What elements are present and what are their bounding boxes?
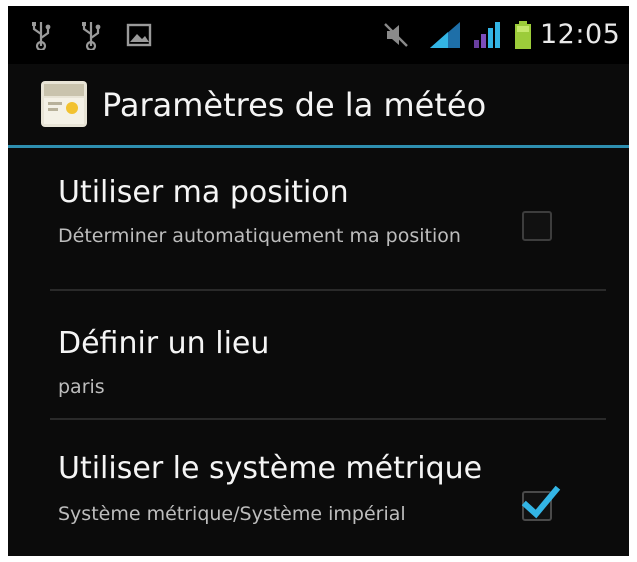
signal-icon (474, 22, 500, 48)
status-time: 12:05 (540, 19, 621, 50)
action-bar: Paramètres de la météo (8, 64, 629, 148)
pref-summary: Déterminer automatiquement ma position (58, 225, 461, 247)
pref-title: Utiliser ma position (58, 175, 349, 210)
pref-title: Définir un lieu (58, 326, 270, 361)
pref-summary: Système métrique/Système impérial (58, 503, 406, 525)
use-location-checkbox[interactable] (522, 211, 552, 241)
mute-icon (384, 23, 408, 47)
pref-summary: paris (58, 376, 105, 398)
page-title: Paramètres de la météo (102, 86, 487, 124)
pref-metric-system[interactable]: Utiliser le système métrique Système mét… (8, 419, 629, 556)
signal-icon (430, 22, 460, 48)
weather-app-icon (41, 81, 87, 127)
settings-list: Utiliser ma position Déterminer automati… (8, 151, 629, 556)
usb-icon (82, 22, 101, 50)
checkmark-icon (521, 485, 561, 519)
status-bar: 12:05 (8, 6, 629, 64)
pref-set-location[interactable]: Définir un lieu paris (8, 290, 629, 418)
usb-icon (32, 22, 51, 50)
pref-use-location[interactable]: Utiliser ma position Déterminer automati… (8, 151, 629, 289)
gallery-icon (126, 23, 152, 47)
settings-screen: 12:05 Paramètres de la météo Utiliser ma… (8, 6, 629, 556)
battery-icon (515, 21, 531, 49)
pref-title: Utiliser le système métrique (58, 451, 483, 486)
metric-system-checkbox[interactable] (521, 485, 561, 521)
